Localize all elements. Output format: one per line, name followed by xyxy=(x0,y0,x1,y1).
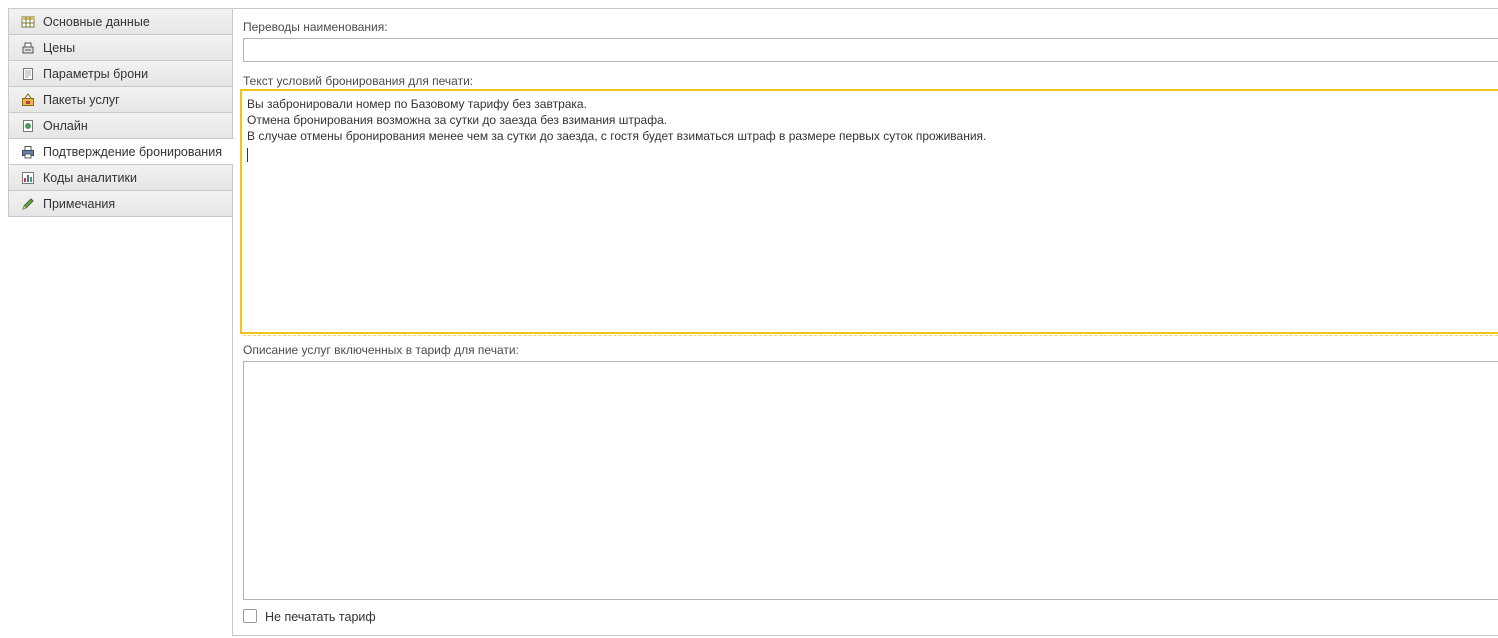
tab-main-data[interactable]: Основные данные xyxy=(8,8,233,34)
tab-booking-confirmation[interactable]: Подтверждение бронирования xyxy=(8,138,234,164)
package-icon xyxy=(21,92,35,107)
chart-icon xyxy=(21,171,35,185)
table-icon xyxy=(21,15,35,29)
pencil-icon xyxy=(21,197,35,211)
services-value xyxy=(244,362,1498,367)
cash-register-icon xyxy=(21,41,35,55)
tab-notes[interactable]: Примечания xyxy=(8,190,233,217)
translations-label: Переводы наименования: xyxy=(243,20,388,34)
translations-value xyxy=(244,39,1498,44)
no-print-tariff-label[interactable]: Не печатать тариф xyxy=(265,610,376,624)
tab-label: Подтверждение бронирования xyxy=(43,144,222,159)
tab-label: Онлайн xyxy=(43,118,88,133)
conditions-value: Вы забронировали номер по Базовому тариф… xyxy=(247,97,987,143)
no-print-tariff-checkbox[interactable] xyxy=(243,609,257,623)
conditions-label: Текст условий бронирования для печати: xyxy=(243,74,474,88)
tab-label: Цены xyxy=(43,40,76,55)
tab-service-packages[interactable]: Пакеты услуг xyxy=(8,86,233,112)
tab-prices[interactable]: Цены xyxy=(8,34,233,60)
tab-label: Параметры брони xyxy=(43,66,149,81)
tab-label: Основные данные xyxy=(43,14,150,29)
tab-label: Коды аналитики xyxy=(43,170,137,185)
services-textarea[interactable] xyxy=(243,361,1498,600)
tab-label: Пакеты услуг xyxy=(43,92,120,107)
text-cursor xyxy=(247,147,248,165)
conditions-textarea[interactable]: Вы забронировали номер по Базовому тариф… xyxy=(240,89,1498,334)
online-icon xyxy=(21,119,35,133)
tab-booking-params[interactable]: Параметры брони xyxy=(8,60,233,86)
tab-analytics-codes[interactable]: Коды аналитики xyxy=(8,164,233,190)
tab-list: Основные данные Цены Параметры брони Пак… xyxy=(8,8,234,217)
translations-input[interactable] xyxy=(243,38,1498,62)
tab-label: Примечания xyxy=(43,196,116,211)
printer-icon xyxy=(21,145,35,159)
tab-online[interactable]: Онлайн xyxy=(8,112,233,138)
document-icon xyxy=(21,67,35,81)
services-label: Описание услуг включенных в тариф для пе… xyxy=(243,343,519,357)
focus-divider xyxy=(243,335,1498,336)
